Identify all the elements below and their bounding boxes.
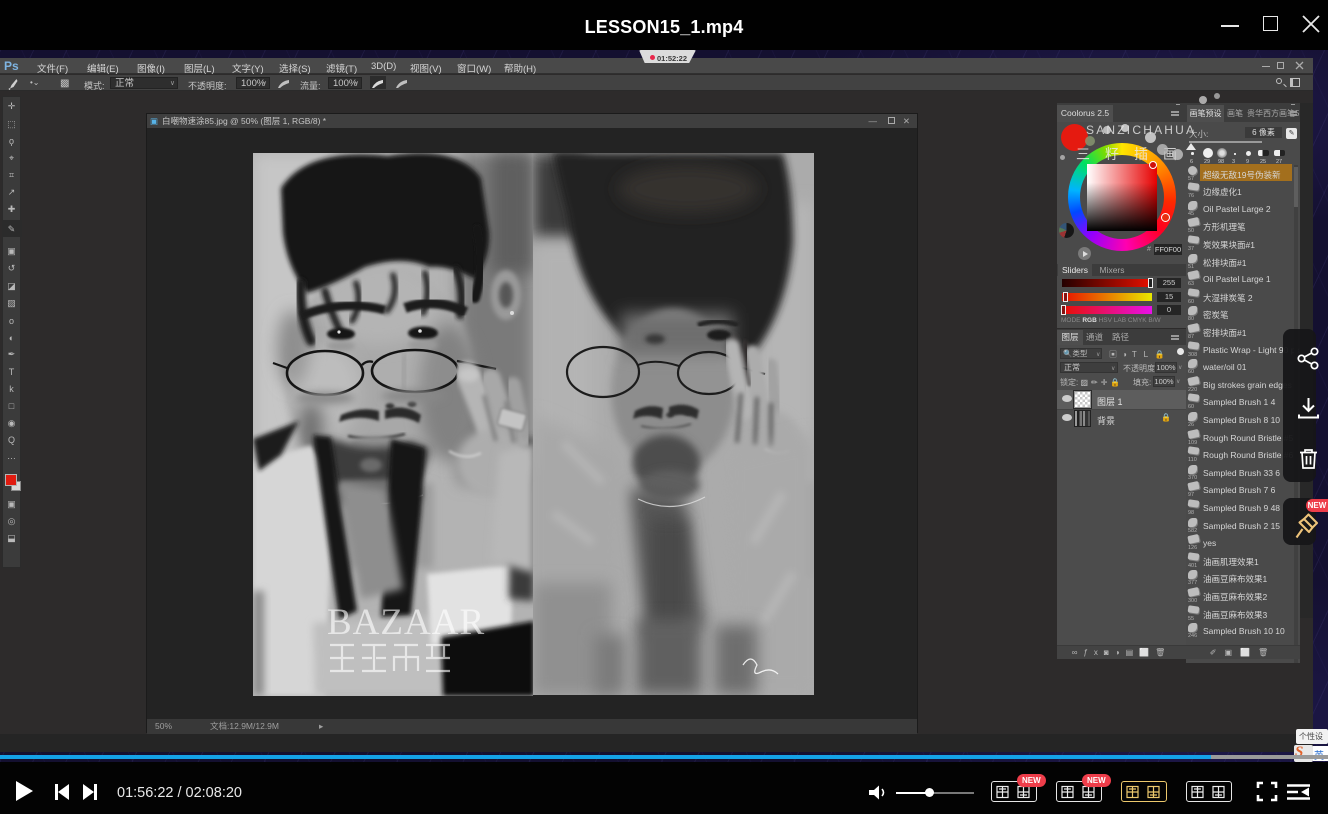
svg-text:BAZAAR: BAZAAR	[327, 602, 485, 643]
